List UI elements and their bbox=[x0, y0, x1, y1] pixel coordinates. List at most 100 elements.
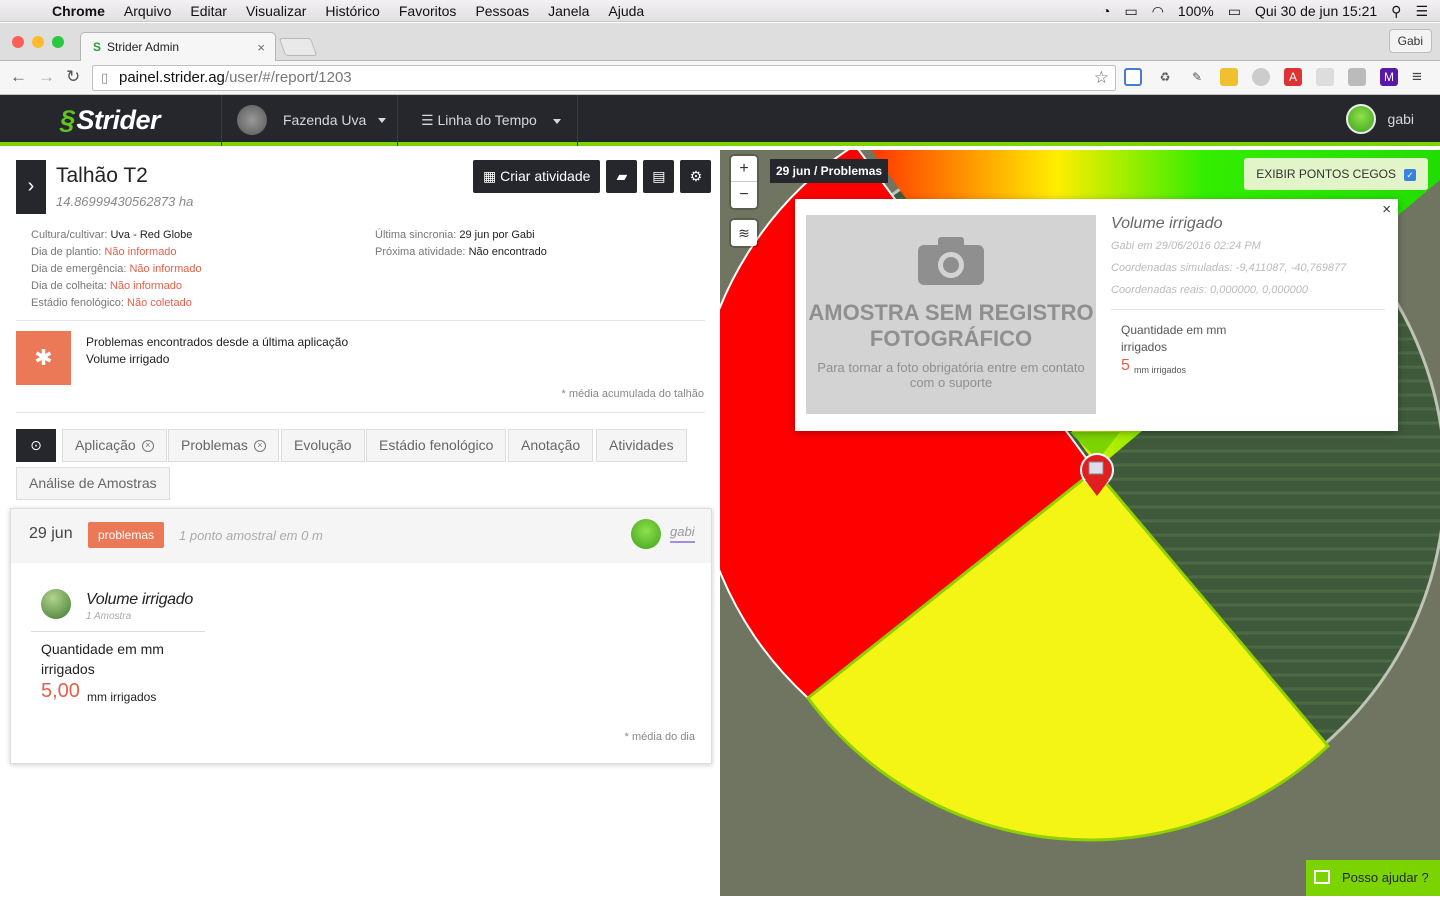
minimize-window-icon[interactable] bbox=[32, 36, 44, 48]
author-name: Gabi bbox=[1111, 240, 1135, 252]
zoom-out-button[interactable]: − bbox=[731, 182, 757, 208]
farm-selector[interactable]: Fazenda Uva bbox=[237, 105, 387, 135]
angular-extension-icon[interactable]: A bbox=[1284, 68, 1302, 86]
farm-name: Fazenda Uva bbox=[283, 112, 367, 128]
close-circle-icon[interactable]: × bbox=[141, 440, 154, 453]
checkbox-checked-icon[interactable]: ✓ bbox=[1404, 168, 1416, 181]
m-extension-icon[interactable]: M bbox=[1380, 68, 1398, 86]
vue-extension-icon[interactable] bbox=[1252, 68, 1270, 86]
excel-file-icon: ▤ bbox=[652, 168, 666, 184]
book-button[interactable]: ▰ bbox=[606, 160, 638, 193]
divider bbox=[577, 95, 578, 146]
close-icon[interactable]: × bbox=[1382, 201, 1391, 218]
zoom-window-icon[interactable] bbox=[52, 36, 64, 48]
problem-avatar bbox=[41, 589, 71, 619]
tab-atividades[interactable]: Atividades bbox=[596, 429, 687, 462]
info-row: Estádio fenológico: Não coletado bbox=[31, 295, 202, 312]
menu-arquivo[interactable]: Arquivo bbox=[124, 3, 171, 19]
excel-export-button[interactable]: ▤ bbox=[643, 160, 675, 193]
menu-janela[interactable]: Janela bbox=[548, 3, 589, 19]
tab-evolucao[interactable]: Evolução bbox=[281, 429, 365, 462]
battery-icon[interactable]: ▭ bbox=[1228, 3, 1241, 20]
menu-visualizar[interactable]: Visualizar bbox=[246, 3, 306, 19]
popup-title: Volume irrigado bbox=[1111, 215, 1223, 232]
menu-pessoas[interactable]: Pessoas bbox=[475, 3, 529, 19]
info-label: Cultura/cultivar: bbox=[31, 229, 108, 241]
browser-tabbar: S Strider Admin × Gabi bbox=[0, 23, 1440, 61]
sample-count: 1 Amostra bbox=[86, 611, 132, 622]
chevron-down-icon bbox=[378, 117, 387, 123]
forward-arrow-icon[interactable]: → bbox=[38, 67, 55, 87]
tab-analise-amostras[interactable]: Análise de Amostras bbox=[16, 467, 170, 500]
gear-icon: ⚙ bbox=[689, 168, 703, 184]
problems-title: Problemas encontrados desde a última apl… bbox=[86, 335, 349, 349]
menu-historico[interactable]: Histórico bbox=[325, 3, 379, 19]
help-chat-button[interactable]: Posso ajudar ? bbox=[1306, 860, 1440, 896]
tab-overview[interactable]: ⊙ bbox=[16, 429, 56, 462]
user-name: gabi bbox=[1387, 111, 1414, 127]
action-buttons: ▦ Criar atividade ▰ ▤ ⚙ bbox=[473, 160, 712, 193]
address-bar[interactable]: ▯ painel.strider.ag/user/#/report/1203 ☆ bbox=[92, 65, 1116, 91]
reload-icon[interactable]: ↻ bbox=[66, 67, 80, 87]
menu-editar[interactable]: Editar bbox=[190, 3, 227, 19]
puzzle-extension-icon[interactable] bbox=[1348, 68, 1366, 86]
close-circle-icon[interactable]: × bbox=[253, 440, 266, 453]
map-view[interactable]: + − ≋ 29 jun / Problemas EXIBIR PONTOS C… bbox=[720, 150, 1440, 896]
clock[interactable]: Qui 30 de jun 15:21 bbox=[1255, 3, 1377, 19]
info-value: Não informado bbox=[109, 280, 183, 292]
plot-panel: › Talhão T2 14.86999430562873 ha ▦ Criar… bbox=[0, 150, 720, 896]
info-row: Dia de colheita: Não informado bbox=[31, 278, 202, 295]
close-tab-icon[interactable]: × bbox=[257, 40, 265, 55]
info-value: Não informado bbox=[104, 246, 177, 258]
menu-app[interactable]: Chrome bbox=[52, 3, 105, 19]
cast-extension-icon[interactable] bbox=[1124, 68, 1142, 86]
info-row: Dia de emergência: Não informado bbox=[31, 261, 202, 278]
tab-aplicacao[interactable]: Aplicação × bbox=[62, 429, 167, 462]
airplay-icon[interactable]: ▭ bbox=[1124, 3, 1137, 20]
report-user[interactable]: gabi bbox=[670, 524, 695, 543]
blind-spots-toggle[interactable]: EXIBIR PONTOS CEGOS ✓ bbox=[1244, 158, 1428, 190]
strider-logo[interactable]: §Strider bbox=[60, 105, 161, 136]
bookmark-star-icon[interactable]: ☆ bbox=[1094, 66, 1109, 90]
report-card[interactable]: 29 jun problemas 1 ponto amostral em 0 m… bbox=[10, 508, 712, 764]
url-domain: painel.strider.ag bbox=[119, 69, 225, 86]
timeline-selector[interactable]: ☰ Linha do Tempo bbox=[421, 112, 561, 129]
list-icon: ☰ bbox=[421, 112, 434, 128]
back-arrow-icon[interactable]: ← bbox=[10, 67, 27, 87]
close-window-icon[interactable] bbox=[12, 36, 24, 48]
browser-tab[interactable]: S Strider Admin × bbox=[80, 32, 276, 61]
blind-spots-label: EXIBIR PONTOS CEGOS bbox=[1256, 167, 1396, 181]
tab-label: Atividades bbox=[609, 437, 674, 453]
problems-item: Volume irrigado bbox=[86, 352, 170, 366]
info-value: Não encontrado bbox=[468, 246, 547, 258]
report-body: Volume irrigado 1 Amostra Quantidade em … bbox=[11, 563, 711, 763]
new-tab-button[interactable] bbox=[278, 38, 318, 56]
recycle-extension-icon[interactable]: ♻ bbox=[1156, 68, 1174, 86]
wifi-icon[interactable]: ◠ bbox=[1152, 3, 1164, 20]
eyedropper-extension-icon[interactable]: ✎ bbox=[1188, 68, 1206, 86]
create-activity-button[interactable]: ▦ Criar atividade bbox=[473, 160, 601, 193]
sync-icon[interactable]: ◔ bbox=[1102, 3, 1110, 19]
zoom-in-button[interactable]: + bbox=[731, 156, 757, 182]
metric-value: 5,00 bbox=[41, 680, 80, 702]
tab-problemas[interactable]: Problemas × bbox=[168, 429, 279, 462]
tab-anotacao[interactable]: Anotação bbox=[508, 429, 594, 462]
notification-center-icon[interactable]: ☰ bbox=[1415, 3, 1428, 20]
user-menu[interactable]: gabi bbox=[1345, 104, 1414, 134]
spotlight-icon[interactable]: ⚲ bbox=[1391, 3, 1401, 20]
divider bbox=[397, 95, 398, 146]
menu-favoritos[interactable]: Favoritos bbox=[399, 3, 457, 19]
settings-button[interactable]: ⚙ bbox=[680, 160, 712, 193]
ruler-extension-icon[interactable] bbox=[1220, 68, 1238, 86]
layers-button[interactable]: ≋ bbox=[731, 220, 757, 246]
expand-panel-button[interactable]: › bbox=[16, 160, 46, 214]
camera-icon bbox=[918, 237, 984, 285]
menu-ajuda[interactable]: Ajuda bbox=[608, 3, 644, 19]
tab-estadio-fenologico[interactable]: Estádio fenológico bbox=[366, 429, 507, 462]
menu-icon[interactable]: ≡ bbox=[1412, 67, 1422, 87]
profile-button[interactable]: Gabi bbox=[1388, 29, 1432, 53]
tab-label: Anotação bbox=[521, 437, 581, 453]
popup-real-coords: Coordenadas reais: 0,000000, 0,000000 bbox=[1111, 284, 1308, 296]
author-em: em bbox=[1137, 240, 1153, 252]
cloud-extension-icon[interactable] bbox=[1316, 68, 1334, 86]
